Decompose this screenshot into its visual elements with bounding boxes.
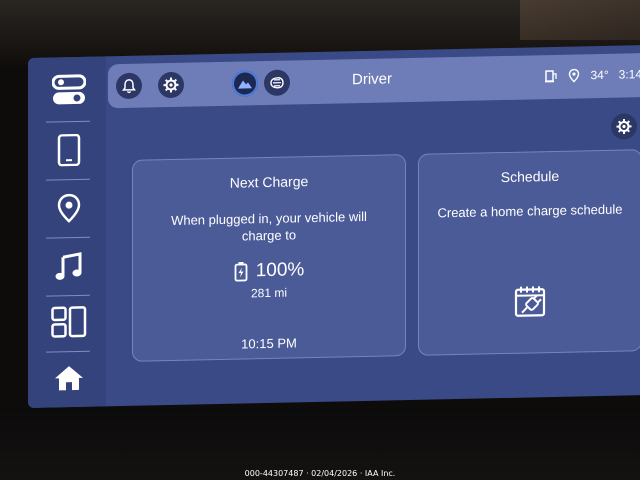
sidebar-item-audio[interactable]	[44, 243, 94, 290]
schedule-message: Create a home charge schedule	[437, 201, 623, 221]
clock: 3:14	[618, 67, 640, 82]
mountain-mode-icon	[237, 76, 253, 90]
charging-station-icon	[544, 69, 558, 83]
gear-icon	[163, 77, 179, 93]
charging-settings-button[interactable]	[611, 113, 637, 140]
charge-target-percent: 100%	[255, 259, 305, 282]
sidebar-item-navigation[interactable]	[44, 185, 94, 232]
apps-grid-icon	[51, 306, 87, 339]
dashboard-bezel-bottom: 000-44307487 · 02/04/2026 · IAA Inc.	[0, 408, 640, 480]
infotainment-screen: Driver 34° 3:14 Next Charge When plugged…	[28, 45, 640, 409]
sidebar-item-toggles[interactable]	[44, 67, 94, 114]
outside-temperature: 34°	[590, 67, 609, 83]
lighting-button[interactable]	[264, 69, 290, 97]
status-bar: Driver 34° 3:14	[108, 53, 640, 109]
next-charge-title: Next Charge	[229, 173, 309, 191]
dashboard-trim	[520, 0, 640, 40]
location-status-icon	[568, 68, 580, 83]
drive-mode-button[interactable]	[232, 70, 258, 97]
notifications-button[interactable]	[116, 72, 142, 100]
phone-icon	[57, 133, 81, 167]
charge-target-range: 281 mi	[250, 285, 288, 301]
sidebar-divider	[46, 350, 90, 353]
profile-name[interactable]: Driver	[352, 70, 392, 88]
sidebar-item-home[interactable]	[44, 355, 94, 402]
watermark: 000-44307487 · 02/04/2026 · IAA Inc.	[244, 469, 396, 478]
sidebar	[28, 56, 106, 408]
charge-level-row: 100%	[133, 257, 405, 285]
schedule-title: Schedule	[500, 167, 560, 186]
location-pin-icon	[57, 193, 81, 224]
next-charge-card[interactable]: Next Charge When plugged in, your vehicl…	[132, 154, 406, 362]
toggle-icon	[52, 74, 86, 107]
music-note-icon	[54, 251, 84, 282]
sidebar-item-phone[interactable]	[44, 127, 94, 174]
sidebar-divider	[46, 236, 90, 239]
bell-icon	[121, 78, 137, 94]
schedule-card[interactable]: Schedule Create a home charge schedule	[418, 149, 640, 356]
calendar-plug-icon	[513, 284, 547, 319]
charge-time: 10:15 PM	[241, 335, 297, 352]
home-icon	[53, 364, 85, 393]
next-charge-message: When plugged in, your vehicle will charg…	[171, 208, 367, 244]
sidebar-item-apps[interactable]	[44, 299, 94, 346]
gear-icon	[616, 118, 632, 135]
status-indicators: 34° 3:14	[544, 67, 640, 83]
sidebar-divider	[46, 294, 90, 297]
sidebar-divider	[46, 178, 90, 181]
headlight-icon	[268, 77, 286, 89]
battery-charging-icon	[234, 261, 248, 282]
vehicle-settings-button[interactable]	[158, 71, 184, 99]
sidebar-divider	[46, 120, 90, 123]
